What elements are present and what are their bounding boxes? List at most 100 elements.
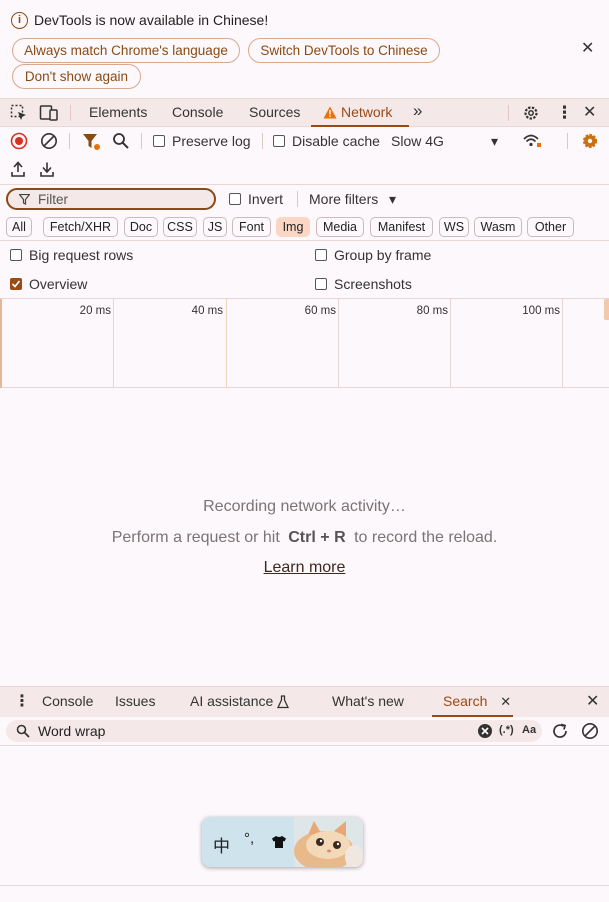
clear-search-icon[interactable] <box>477 723 493 739</box>
overview-tick-label: 100 ms <box>522 305 560 317</box>
type-chip-font[interactable]: Font <box>232 217 271 237</box>
type-chip-img[interactable]: Img <box>276 217 310 237</box>
regex-toggle[interactable]: (.*) <box>499 724 514 736</box>
type-chip-wasm[interactable]: Wasm <box>474 217 522 237</box>
network-settings-gear-icon[interactable] <box>581 132 599 150</box>
overview-tick-label: 80 ms <box>416 305 448 317</box>
group-by-frame-label: Group by frame <box>334 247 432 263</box>
infobar-close-icon[interactable]: ✕ <box>581 38 594 58</box>
type-chip-js[interactable]: JS <box>203 217 227 237</box>
tab-network-label: Network <box>341 104 393 120</box>
type-chip-ws[interactable]: WS <box>439 217 469 237</box>
more-tabs-icon[interactable]: » <box>413 97 422 125</box>
disable-cache-checkbox[interactable] <box>273 135 285 147</box>
disable-cache-label: Disable cache <box>292 133 380 149</box>
always-match-language-button[interactable]: Always match Chrome's language <box>12 38 240 63</box>
tab-sources[interactable]: Sources <box>249 99 300 127</box>
shortcut-r: R <box>334 529 346 546</box>
throttling-select[interactable]: Slow 4G <box>391 133 444 149</box>
tab-console[interactable]: Console <box>172 99 223 127</box>
tab-elements[interactable]: Elements <box>89 99 147 127</box>
inspect-element-icon[interactable] <box>10 104 28 122</box>
group-by-frame-checkbox[interactable] <box>315 249 327 261</box>
preserve-log-checkbox[interactable] <box>153 135 165 147</box>
clear-search-results-icon[interactable] <box>581 722 599 740</box>
export-har-icon[interactable] <box>39 161 55 178</box>
overview-left-handle[interactable] <box>0 299 5 388</box>
clear-icon[interactable] <box>40 132 58 150</box>
drawer-tab-search-label: Search <box>443 693 488 709</box>
search-query: Word wrap <box>38 723 106 739</box>
more-filters-chevron-icon[interactable]: ▾ <box>389 191 396 208</box>
filter-input[interactable]: Filter <box>6 188 216 210</box>
ime-cat-skin-icon <box>294 817 363 867</box>
reload-hint-text: Perform a request or hit Ctrl + R to rec… <box>0 529 609 547</box>
filter-funnel-icon <box>19 194 30 205</box>
import-har-icon[interactable] <box>10 161 26 178</box>
learn-more-link[interactable]: Learn more <box>264 559 346 576</box>
drawer-tab-whats-new[interactable]: What's new <box>332 687 404 717</box>
customize-menu-icon[interactable]: ⋮ <box>556 99 573 127</box>
reload-hint-suffix: to record the reload. <box>354 529 498 546</box>
overview-tick-label: 20 ms <box>79 305 111 317</box>
drawer-tab-console[interactable]: Console <box>42 687 93 717</box>
more-filters-dropdown[interactable]: More filters <box>309 191 378 207</box>
device-toolbar-icon[interactable] <box>39 104 59 122</box>
type-chip-css[interactable]: CSS <box>163 217 197 237</box>
ime-punctuation-label[interactable]: °, <box>244 830 254 847</box>
overview-label: Overview <box>29 276 88 292</box>
drawer-menu-icon[interactable]: ⋮ <box>14 687 30 717</box>
ime-mode-label[interactable]: 中 <box>213 832 230 857</box>
switch-to-chinese-button[interactable]: Switch DevTools to Chinese <box>248 38 440 63</box>
screenshots-checkbox[interactable] <box>315 278 327 290</box>
recording-status-text: Recording network activity… <box>203 498 406 515</box>
bottom-divider <box>0 885 609 886</box>
flask-icon <box>277 695 289 709</box>
filter-toggle-icon[interactable] <box>82 133 102 151</box>
close-devtools-icon[interactable]: ✕ <box>583 99 596 127</box>
reload-hint-prefix: Perform a request or hit <box>111 529 280 546</box>
shortcut-ctrl: Ctrl <box>288 529 316 546</box>
filter-placeholder: Filter <box>38 192 68 207</box>
overview-checkbox[interactable] <box>10 278 22 290</box>
network-conditions-icon[interactable] <box>522 132 542 150</box>
close-drawer-icon[interactable]: ✕ <box>586 687 599 717</box>
dont-show-again-button[interactable]: Don't show again <box>12 64 141 89</box>
drawer-tab-bar: ⋮ Console Issues AI assistance What's ne… <box>0 686 609 717</box>
drawer-tab-ai-assistance[interactable]: AI assistance <box>190 687 273 717</box>
drawer-tab-issues[interactable]: Issues <box>115 687 155 717</box>
type-chip-manifest[interactable]: Manifest <box>370 217 433 237</box>
type-chip-fetch-xhr[interactable]: Fetch/XHR <box>43 217 118 237</box>
type-chip-doc[interactable]: Doc <box>124 217 158 237</box>
invert-checkbox[interactable] <box>229 193 241 205</box>
preserve-log-label: Preserve log <box>172 133 251 149</box>
type-chip-all[interactable]: All <box>6 217 32 237</box>
ime-skin-shirt-icon[interactable] <box>271 835 287 849</box>
overview-tick-label: 60 ms <box>304 305 336 317</box>
ime-toolbar[interactable]: 中 °, <box>202 817 363 867</box>
main-tab-bar: Elements Console Sources Network » ⋮ ✕ <box>0 98 609 127</box>
screenshots-label: Screenshots <box>334 276 412 292</box>
overview-right-handle[interactable] <box>604 299 609 320</box>
tab-network[interactable]: Network <box>311 99 409 127</box>
settings-gear-icon[interactable] <box>522 104 540 122</box>
refresh-icon[interactable] <box>551 722 569 740</box>
infobar-message: DevTools is now available in Chinese! <box>34 12 269 28</box>
close-search-tab-icon[interactable]: ✕ <box>500 694 511 709</box>
network-toolbar: Preserve log Disable cache Slow 4G ▾ <box>0 127 609 185</box>
language-infobar: i DevTools is now available in Chinese! … <box>0 0 609 98</box>
search-icon <box>16 724 30 738</box>
warning-icon <box>323 106 337 119</box>
invert-label: Invert <box>248 191 284 207</box>
big-request-rows-checkbox[interactable] <box>10 249 22 261</box>
match-case-toggle[interactable]: Aa <box>522 724 536 736</box>
info-icon: i <box>11 12 28 29</box>
type-chip-media[interactable]: Media <box>316 217 364 237</box>
search-input[interactable]: Word wrap (.*) Aa <box>6 720 542 742</box>
search-icon[interactable] <box>112 132 130 150</box>
chevron-down-icon[interactable]: ▾ <box>491 133 498 150</box>
big-request-rows-label: Big request rows <box>29 247 134 263</box>
drawer-tab-search[interactable]: Search ✕ <box>432 687 513 717</box>
record-stop-icon[interactable] <box>10 132 28 150</box>
type-chip-other[interactable]: Other <box>527 217 574 237</box>
